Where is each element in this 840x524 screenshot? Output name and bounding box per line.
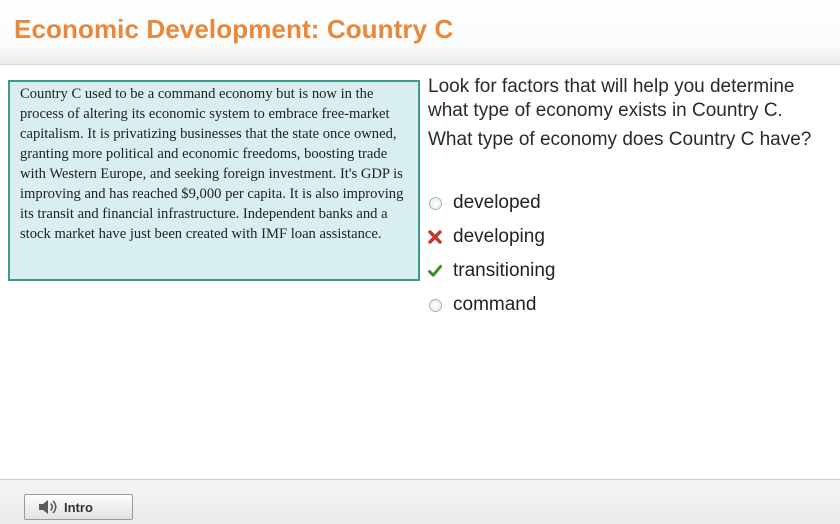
option-developing[interactable]: developing — [428, 223, 688, 257]
question-prompt: What type of economy does Country C have… — [428, 129, 812, 150]
radio-button[interactable] — [428, 298, 442, 312]
incorrect-x-icon — [428, 230, 442, 244]
page-title: Economic Development: Country C — [14, 14, 454, 44]
question-area: Look for factors that will help you dete… — [428, 75, 828, 157]
intro-label: Intro — [64, 499, 93, 515]
option-label: developed — [453, 192, 541, 213]
speaker-icon — [37, 498, 59, 516]
option-label: developing — [453, 226, 545, 247]
header-bar: Economic Development: Country C — [0, 0, 840, 65]
option-command[interactable]: command — [428, 291, 688, 325]
option-label: transitioning — [453, 260, 556, 281]
footer-bar: Intro — [0, 479, 840, 524]
answer-options: developed developing transitioning comma… — [428, 189, 688, 325]
correct-check-icon — [428, 264, 442, 278]
option-label: command — [453, 294, 537, 315]
option-transitioning[interactable]: transitioning — [428, 257, 688, 291]
passage-box: Country C used to be a command economy b… — [8, 80, 420, 281]
intro-button[interactable]: Intro — [24, 494, 133, 520]
option-developed[interactable]: developed — [428, 189, 688, 223]
question-hint: Look for factors that will help you dete… — [428, 76, 795, 121]
radio-button[interactable] — [428, 196, 442, 210]
